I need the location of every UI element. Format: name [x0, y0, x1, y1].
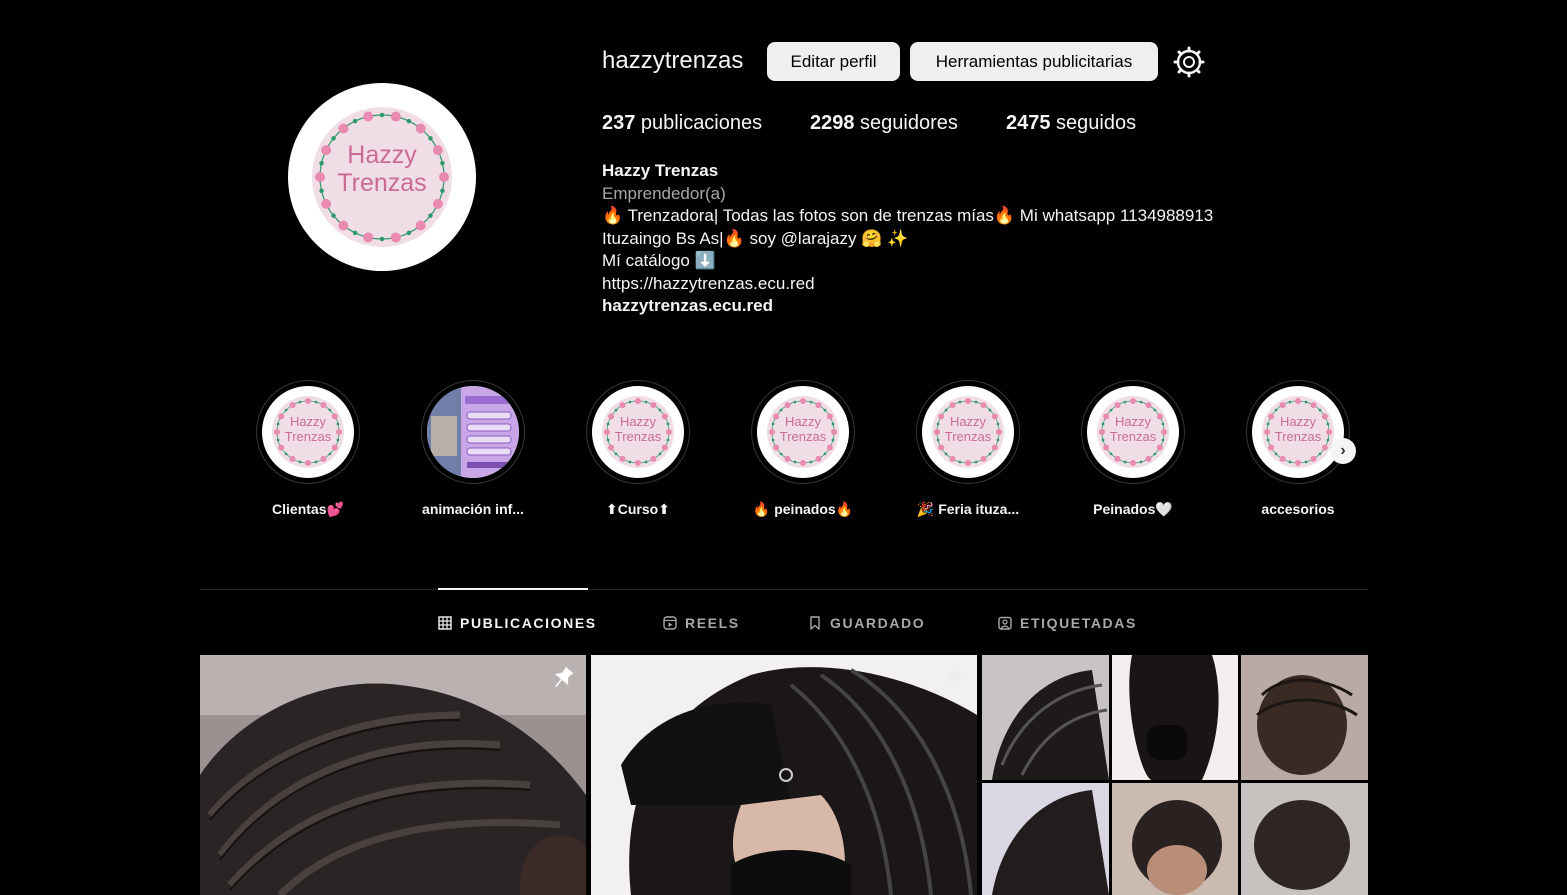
braids-closeup-photo: [200, 655, 586, 895]
ad-tools-button[interactable]: Herramientas publicitarias: [910, 42, 1158, 81]
svg-text:Hazzy: Hazzy: [950, 414, 987, 429]
svg-text:Trenzas: Trenzas: [337, 169, 426, 197]
svg-text:Hazzy: Hazzy: [347, 141, 417, 169]
highlight-ring: Hazzy Trenzas: [1246, 380, 1350, 484]
story-highlight[interactable]: Hazzy Trenzas 🎉 Feria ituza...: [903, 380, 1033, 530]
chevron-right-icon[interactable]: ›: [1330, 438, 1356, 464]
tabs-divider: [200, 589, 1368, 590]
highlight-label: animación inf...: [422, 501, 524, 517]
hazzy-trenzas-logo: Hazzy Trenzas: [767, 396, 839, 468]
hazzy-trenzas-logo: Hazzy Trenzas: [1097, 396, 1169, 468]
hazzy-trenzas-logo: Hazzy Trenzas: [932, 396, 1004, 468]
following-count-label: seguidos: [1050, 112, 1137, 134]
highlight-cover: Hazzy Trenzas: [262, 386, 354, 478]
bio-line-2: Ituzaingo Bs As|🔥 soy @larajazy 🤗 ✨: [602, 228, 909, 248]
svg-text:Trenzas: Trenzas: [1110, 429, 1157, 444]
profile-category: Emprendedor(a): [602, 183, 726, 203]
tagged-icon: [998, 616, 1012, 630]
highlight-ring: [421, 380, 525, 484]
highlight-cover: Hazzy Trenzas: [922, 386, 1014, 478]
followers-count-value: 2298: [810, 112, 855, 134]
hazzy-trenzas-logo: Hazzy Trenzas: [272, 396, 344, 468]
svg-text:Hazzy: Hazzy: [785, 414, 822, 429]
profile-full-name: Hazzy Trenzas: [602, 161, 719, 180]
tab-publicaciones[interactable]: PUBLICACIONES: [438, 612, 597, 634]
tab-etiquetadas-label: ETIQUETADAS: [1020, 615, 1137, 631]
settings-gear-icon[interactable]: [1172, 45, 1206, 79]
highlight-cover: Hazzy Trenzas: [592, 386, 684, 478]
profile-username: hazzytrenzas: [602, 47, 744, 74]
svg-text:Hazzy: Hazzy: [620, 414, 657, 429]
svg-text:Hazzy: Hazzy: [1115, 414, 1152, 429]
story-highlight[interactable]: Hazzy Trenzas Peinados🤍: [1068, 380, 1198, 530]
reels-icon: [663, 616, 677, 630]
tab-reels[interactable]: REELS: [663, 612, 740, 634]
post-tile[interactable]: [982, 655, 1368, 895]
svg-text:Trenzas: Trenzas: [285, 429, 332, 444]
tab-reels-label: REELS: [685, 615, 740, 631]
tab-publicaciones-label: PUBLICACIONES: [460, 615, 597, 631]
highlight-cover: Hazzy Trenzas: [1252, 386, 1344, 478]
post-tile[interactable]: [591, 655, 977, 895]
story-highlight[interactable]: Hazzy Trenzas Clientas💕: [243, 380, 373, 530]
bookmark-icon: [810, 616, 820, 630]
edit-profile-button[interactable]: Editar perfil: [767, 42, 900, 81]
bio-line-3: Mí catálogo ⬇️: [602, 251, 716, 270]
highlight-cover: Hazzy Trenzas: [1087, 386, 1179, 478]
profile-avatar[interactable]: Hazzy Trenzas: [288, 83, 476, 271]
tab-guardado-label: GUARDADO: [830, 615, 926, 631]
following-link[interactable]: 2475 seguidos: [1006, 112, 1136, 135]
svg-text:Trenzas: Trenzas: [1275, 429, 1322, 444]
posts-count: 237 publicaciones: [602, 112, 762, 135]
braids-collage-photo: [982, 655, 1368, 895]
svg-text:Hazzy: Hazzy: [1280, 414, 1317, 429]
story-highlight[interactable]: animación inf...: [408, 380, 538, 530]
following-count-value: 2475: [1006, 112, 1051, 134]
highlight-cover-flyer: [427, 386, 519, 478]
posts-count-value: 237: [602, 112, 636, 134]
bio-line-1: 🔥 Trenzadora| Todas las fotos son de tre…: [602, 206, 1214, 225]
highlight-label: accesorios: [1261, 501, 1335, 517]
svg-text:Hazzy: Hazzy: [290, 414, 327, 429]
hazzy-trenzas-logo: Hazzy Trenzas: [1262, 396, 1334, 468]
pinned-icon: [945, 666, 965, 688]
highlight-cover: Hazzy Trenzas: [757, 386, 849, 478]
pinned-icon: [554, 666, 574, 688]
braids-bangs-photo: [591, 655, 977, 895]
highlight-ring: Hazzy Trenzas: [1081, 380, 1185, 484]
svg-text:Trenzas: Trenzas: [780, 429, 827, 444]
highlight-ring: Hazzy Trenzas: [586, 380, 690, 484]
story-highlight[interactable]: Hazzy Trenzas ⬆Curso⬆: [573, 380, 703, 530]
highlight-ring: Hazzy Trenzas: [916, 380, 1020, 484]
highlight-label: Clientas💕: [272, 501, 344, 517]
svg-text:Trenzas: Trenzas: [945, 429, 992, 444]
highlight-label: Peinados🤍: [1093, 501, 1173, 517]
hazzy-trenzas-logo: Hazzy Trenzas: [602, 396, 674, 468]
profile-bio: Hazzy Trenzas Emprendedor(a) 🔥 Trenzador…: [602, 160, 1213, 318]
highlight-cover: [427, 386, 519, 478]
followers-link[interactable]: 2298 seguidores: [810, 112, 958, 135]
active-tab-indicator: [438, 588, 588, 590]
story-highlight[interactable]: Hazzy Trenzas 🔥 peinados🔥: [738, 380, 868, 530]
posts-count-label: publicaciones: [635, 112, 763, 134]
highlight-label: 🎉 Feria ituza...: [916, 501, 1020, 517]
followers-count-label: seguidores: [854, 112, 958, 134]
grid-icon: [438, 616, 452, 630]
highlight-label: 🔥 peinados🔥: [752, 501, 854, 517]
highlight-ring: Hazzy Trenzas: [751, 380, 855, 484]
highlight-label: ⬆Curso⬆: [606, 501, 670, 517]
tab-etiquetadas[interactable]: ETIQUETADAS: [998, 612, 1137, 634]
tab-guardado[interactable]: GUARDADO: [808, 612, 925, 634]
bio-line-4: https://hazzytrenzas.ecu.red: [602, 273, 815, 293]
post-tile[interactable]: [200, 655, 586, 895]
svg-text:Trenzas: Trenzas: [615, 429, 662, 444]
hazzy-trenzas-logo: Hazzy Trenzas: [312, 107, 452, 247]
highlight-ring: Hazzy Trenzas: [256, 380, 360, 484]
bio-external-link[interactable]: hazzytrenzas.ecu.red: [602, 295, 1213, 318]
